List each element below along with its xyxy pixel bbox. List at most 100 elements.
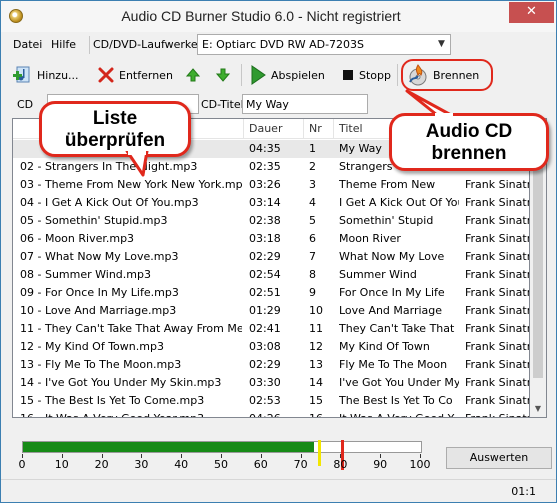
tick-label: 30: [134, 458, 149, 471]
tick-label: 40: [174, 458, 189, 471]
menu-file[interactable]: Datei: [13, 38, 42, 51]
play-icon: [251, 65, 266, 85]
column-title[interactable]: Titel: [339, 122, 363, 135]
close-button[interactable]: ✕: [509, 2, 554, 23]
chevron-down-icon: ▼: [438, 39, 445, 49]
track-title-cell: They Can't Take That: [339, 322, 455, 335]
stop-button[interactable]: Stopp: [341, 61, 391, 89]
track-file-cell: 14 - I've Got You Under My Skin.mp3: [20, 376, 222, 389]
arrow-down-icon: [215, 68, 231, 82]
track-artist-cell: Frank Sinatra: [465, 412, 529, 417]
track-row[interactable]: 14 - I've Got You Under My Skin.mp3 03:30…: [13, 374, 529, 392]
track-nr-cell: 16: [309, 412, 333, 417]
track-title-cell: It Was A Very Good Y: [339, 412, 459, 417]
tick-label: 50: [214, 458, 228, 471]
capacity-meter: 0 10 20 30 40 50 60 70 80 90 100 Auswerten: [9, 431, 552, 481]
track-nr-cell: 6: [309, 232, 316, 245]
add-button-label: Hinzu...: [37, 68, 79, 82]
tick-label: 60: [253, 458, 268, 471]
burn-button[interactable]: Brennen: [407, 61, 479, 89]
status-bar: 01:1: [1, 479, 556, 502]
track-duration-cell: 04:35: [249, 142, 281, 155]
add-button[interactable]: Hinzu...: [13, 61, 79, 89]
track-file-cell: 15 - The Best Is Yet To Come.mp3: [20, 394, 205, 407]
limit-74-mark: [317, 440, 321, 466]
burn-button-label: Brennen: [433, 68, 480, 82]
track-nr-cell: 13: [309, 358, 323, 371]
arrow-up-icon: [185, 68, 201, 82]
track-artist-cell: Frank Sinatra: [465, 394, 529, 407]
remove-button[interactable]: Entfernen: [97, 61, 173, 89]
track-row[interactable]: 13 - Fly Me To The Moon.mp3 02:29 13 Fly Me…: [13, 356, 529, 374]
scroll-down-icon[interactable]: ▼: [530, 400, 546, 417]
menu-row: Datei Hilfe CD/DVD-Laufwerke E: Optiarc …: [9, 34, 549, 56]
callout-check-list: Liste überprüfen: [39, 101, 191, 157]
cd-title-value: My Way: [246, 98, 289, 111]
track-file-cell: 05 - Somethin' Stupid.mp3: [20, 214, 168, 227]
header-divider: [243, 119, 244, 139]
track-nr-cell: 7: [309, 250, 316, 263]
track-title-cell: Moon River: [339, 232, 401, 245]
track-row[interactable]: 15 - The Best Is Yet To Come.mp3 02:53 15 T…: [13, 392, 529, 410]
move-up-button[interactable]: [185, 61, 201, 89]
column-duration[interactable]: Dauer: [249, 122, 282, 135]
track-file-cell: 06 - Moon River.mp3: [20, 232, 135, 245]
track-file-cell: 10 - Love And Marriage.mp3: [20, 304, 177, 317]
scroll-thumb[interactable]: [533, 138, 543, 378]
track-row[interactable]: 04 - I Get A Kick Out Of You.mp3 03:14 4 I …: [13, 194, 529, 212]
evaluate-button[interactable]: Auswerten: [446, 447, 552, 469]
track-artist-cell: Frank Sinatra: [465, 196, 529, 209]
move-down-button[interactable]: [215, 61, 231, 89]
track-row[interactable]: 11 - They Can't Take That Away From Me.m…: [13, 320, 529, 338]
track-row[interactable]: 10 - Love And Marriage.mp3 01:29 10 Love An…: [13, 302, 529, 320]
track-nr-cell: 10: [309, 304, 323, 317]
cd-artist-label: CD: [17, 98, 34, 111]
menu-help-label: Hilfe: [51, 38, 77, 51]
track-artist-cell: Frank Sinatra: [465, 286, 529, 299]
add-music-icon: [13, 66, 30, 83]
track-row[interactable]: 05 - Somethin' Stupid.mp3 02:38 5 Somethin'…: [13, 212, 529, 230]
track-duration-cell: 02:54: [249, 268, 281, 281]
cd-title-input[interactable]: My Way: [242, 94, 368, 114]
track-row[interactable]: 08 - Summer Wind.mp3 02:54 8 Summer Wind Fra…: [13, 266, 529, 284]
tick-label: 90: [373, 458, 388, 471]
track-row[interactable]: 07 - What Now My Love.mp3 02:29 7 What Now …: [13, 248, 529, 266]
track-duration-cell: 04:26: [249, 412, 299, 417]
track-nr-cell: 15: [309, 394, 323, 407]
column-nr[interactable]: Nr: [309, 122, 322, 135]
tick-label: 100: [409, 458, 431, 471]
tick-label: 20: [94, 458, 109, 471]
track-duration-cell: 03:08: [249, 340, 281, 353]
track-title-cell: The Best Is Yet To Co: [339, 394, 453, 407]
track-duration-cell: 02:38: [249, 214, 281, 227]
drive-select[interactable]: E: Optiarc DVD RW AD-7203S ▼: [197, 34, 451, 55]
track-file-cell: 16 - It Was A Very Good Year.mp3: [20, 412, 242, 417]
track-row[interactable]: 03 - Theme From New York New York.mp3 03:…: [13, 176, 529, 194]
track-title-cell: Theme From New: [339, 178, 436, 191]
track-nr-cell: 11: [309, 322, 323, 335]
track-row[interactable]: 16 - It Was A Very Good Year.mp3 04:26 16 I…: [13, 410, 529, 417]
toolbar: Hinzu... Entfernen Abspielen Stopp Brenn…: [9, 59, 549, 91]
menu-help[interactable]: Hilfe: [51, 38, 76, 51]
track-title-cell: I Get A Kick Out Of You: [339, 196, 459, 209]
menu-file-label: Datei: [13, 38, 43, 51]
track-title-cell: My Kind Of Town: [339, 340, 430, 353]
track-title-cell: I've Got You Under My: [339, 376, 459, 389]
track-nr-cell: 8: [309, 268, 316, 281]
track-nr-cell: 3: [309, 178, 316, 191]
callout-check-list-text: Liste überprüfen: [64, 108, 166, 151]
track-row[interactable]: 12 - My Kind Of Town.mp3 03:08 12 My Kind O…: [13, 338, 529, 356]
tick-label: 10: [54, 458, 69, 471]
remove-button-label: Entfernen: [119, 68, 173, 82]
track-row[interactable]: 06 - Moon River.mp3 03:18 6 Moon River Frank…: [13, 230, 529, 248]
play-button[interactable]: Abspielen: [249, 61, 325, 89]
track-duration-cell: 02:29: [249, 250, 281, 263]
track-row[interactable]: 09 - For Once In My Life.mp3 02:51 9 For On…: [13, 284, 529, 302]
track-nr-cell: 12: [309, 340, 323, 353]
track-duration-cell: 02:41: [249, 322, 281, 335]
track-artist-cell: Frank Sinatra: [465, 250, 529, 263]
header-divider: [303, 119, 304, 139]
track-artist-cell: Frank Sinatra: [465, 178, 529, 191]
drive-select-value: E: Optiarc DVD RW AD-7203S: [202, 38, 365, 51]
cd-title-label: CD-Titel: [201, 98, 244, 111]
